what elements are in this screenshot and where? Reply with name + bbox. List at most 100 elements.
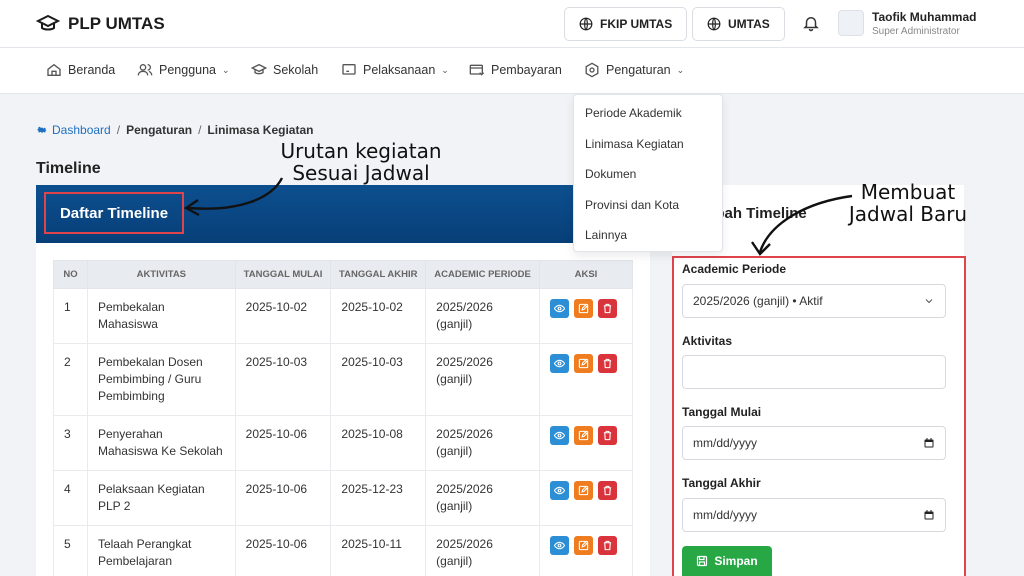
nav-item-pengaturan[interactable]: Pengaturan ⌄ [584,62,684,78]
cell-activity: Telaah Perangkat Pembelajaran [86,525,236,576]
menu-item-periode-akademik[interactable]: Periode Akademik [585,106,682,120]
menu-item-provinsi-kota[interactable]: Provinsi dan Kota [585,198,679,212]
table-row: 3 Penyerahan Mahasiswa Ke Sekolah 2025-10-… [53,415,634,471]
cell-end-date: 2025-10-02 [330,288,427,344]
edit-button[interactable] [573,299,593,318]
view-button[interactable] [549,481,569,500]
cell-no: 1 [53,288,88,344]
edit-button[interactable] [573,481,593,500]
eye-icon [553,541,565,550]
cell-no: 3 [53,415,88,471]
home-icon [47,63,61,76]
view-button[interactable] [549,536,569,555]
annotation-left: Urutan kegiatan Sesuai Jadwal [280,139,442,185]
delete-button[interactable] [597,299,617,318]
view-button[interactable] [549,354,569,373]
settings-icon [585,62,599,78]
top-bar: PLP UMTAS FKIP UMTAS UMTAS Taofik Muhamm… [0,0,1024,48]
col-tanggal-akhir: TANGGAL AKHIR [330,260,427,289]
edit-button[interactable] [573,426,593,445]
table-row: 2 Pembekalan Dosen Pembimbing / Guru Pemb… [53,343,634,416]
edit-button[interactable] [573,536,593,555]
menu-item-lainnya[interactable]: Lainnya [585,228,627,242]
globe-icon [579,17,593,31]
col-aksi: AKSI [538,260,634,289]
app-brand[interactable]: PLP UMTAS [36,12,165,36]
monitor-icon [342,63,356,75]
cell-period: 2025/2026 (ganjil) [425,525,540,576]
cell-start-date: 2025-10-06 [234,415,332,471]
calendar-icon[interactable] [923,509,935,521]
save-icon [697,555,708,567]
eye-icon [553,359,565,368]
gear-icon [37,126,47,134]
cell-period: 2025/2026 (ganjil) [425,288,540,344]
end-date-input[interactable]: mm/dd/yyyy [682,498,946,532]
activity-input[interactable] [682,355,946,389]
calendar-icon[interactable] [923,437,935,449]
activity-label: Aktivitas [682,334,733,348]
cell-activity: Pelaksaan Kegiatan PLP 2 [86,470,236,526]
cell-end-date: 2025-12-23 [330,470,427,526]
col-tanggal-mulai: TANGGAL MULAI [234,260,332,289]
umtas-button[interactable]: UMTAS [692,7,785,41]
chevron-down-icon: ⌄ [441,64,449,75]
cell-activity: Pembekalan Dosen Pembimbing / Guru Pembi… [86,343,236,416]
cell-end-date: 2025-10-08 [330,415,427,471]
fkip-umtas-button[interactable]: FKIP UMTAS [564,7,688,41]
cell-end-date: 2025-10-03 [330,343,427,416]
nav-item-pelaksanaan[interactable]: Pelaksanaan ⌄ [341,62,449,78]
breadcrumb-home[interactable]: Dashboard [36,123,111,137]
edit-button[interactable] [573,354,593,373]
cell-actions [538,288,634,344]
breadcrumb-separator: / [198,123,202,137]
edit-icon [578,430,589,441]
cell-period: 2025/2026 (ganjil) [425,470,540,526]
breadcrumb-pengaturan[interactable]: Pengaturan [126,123,192,137]
trash-icon [603,358,612,369]
delete-button[interactable] [597,426,617,445]
menu-item-linimasa-kegiatan[interactable]: Linimasa Kegiatan [585,137,684,151]
user-role: Super Administrator [872,26,960,37]
globe-icon [707,17,721,31]
cell-no: 5 [53,525,88,576]
cell-period: 2025/2026 (ganjil) [425,343,540,416]
chevron-down-icon: ⌄ [222,64,230,75]
app-title: PLP UMTAS [68,14,165,33]
view-button[interactable] [549,299,569,318]
edit-icon [578,358,589,369]
eye-icon [553,486,565,495]
nav-item-beranda[interactable]: Beranda [46,62,115,78]
period-select[interactable]: 2025/2026 (ganjil) • Aktif [682,284,946,318]
cell-end-date: 2025-10-11 [330,525,427,576]
trash-icon [603,540,612,551]
trash-icon [603,303,612,314]
chevron-down-icon [925,299,933,304]
cell-period: 2025/2026 (ganjil) [425,415,540,471]
annotation-right: Membuat Jadwal Baru [848,180,968,226]
nav-item-pengguna[interactable]: Pengguna ⌄ [137,62,230,78]
avatar[interactable] [838,10,864,36]
page-title: Timeline [36,160,101,177]
nav-item-pembayaran[interactable]: Pembayaran [469,62,562,78]
delete-button[interactable] [597,354,617,373]
nav-item-sekolah[interactable]: Sekolah [251,62,318,78]
bell-icon[interactable] [802,14,820,32]
view-button[interactable] [549,426,569,445]
start-date-input[interactable]: mm/dd/yyyy [682,426,946,460]
cell-activity: Pembekalan Mahasiswa [86,288,236,344]
col-academic-periode: ACADEMIC PERIODE [425,260,540,289]
school-icon [251,63,267,75]
main-nav: Beranda Pengguna ⌄ Sekolah Pelaksanaan ⌄… [0,48,1024,94]
save-button[interactable]: Simpan [682,546,772,576]
cell-actions [538,415,634,471]
eye-icon [553,304,565,313]
cell-start-date: 2025-10-02 [234,288,332,344]
delete-button[interactable] [597,536,617,555]
edit-icon [578,303,589,314]
timeline-table: NO AKTIVITAS TANGGAL MULAI TANGGAL AKHIR… [53,260,634,576]
user-name[interactable]: Taofik Muhammad [872,10,976,24]
pengaturan-dropdown: Periode Akademik Linimasa Kegiatan Dokum… [573,94,723,252]
menu-item-dokumen[interactable]: Dokumen [585,167,636,181]
delete-button[interactable] [597,481,617,500]
